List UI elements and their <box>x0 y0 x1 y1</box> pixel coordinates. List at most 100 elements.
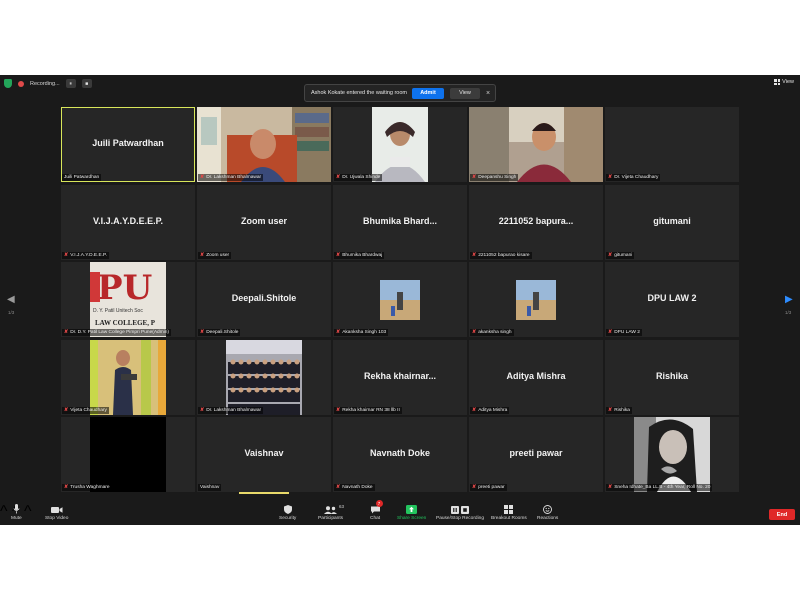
share-screen-icon <box>406 503 418 514</box>
participant-tile[interactable]: DPU LAW 2 ✘ DPU LAW 2 <box>605 262 739 337</box>
microphone-icon <box>13 503 20 514</box>
chat-button[interactable]: 7 Chat <box>370 500 383 521</box>
recording-indicator: Recording... ⏸ ■ <box>4 78 92 89</box>
participant-label-text: Deepali.Shitole <box>206 330 239 335</box>
recording-label: Recording... <box>30 80 60 87</box>
participant-tile[interactable]: ✘ Trusha Waghmare <box>61 417 195 492</box>
muted-microphone-icon: ✘ <box>608 252 613 258</box>
audio-options-chevron-icon[interactable]: ^ <box>0 503 8 520</box>
participant-name-label: ✘ preeti pawar <box>470 484 507 491</box>
participant-name-label: ✘ Dr. D.Y. Patil Law College Pimpri Pune(… <box>62 329 172 336</box>
participant-tile[interactable]: V.I.J.A.Y.D.E.E.P. ✘ V.I.J.A.Y.D.E.E.P. <box>61 185 195 260</box>
view-waiting-room-button[interactable]: View <box>450 87 480 99</box>
participant-tile[interactable]: ✘ Akanksha Singh 103 <box>333 262 467 337</box>
recording-dot-icon <box>18 80 24 87</box>
close-icon[interactable]: × <box>486 90 490 97</box>
shield-icon[interactable] <box>4 79 12 88</box>
participant-tile[interactable]: Rishika ✘ Rishika <box>605 340 739 415</box>
participant-tile[interactable]: PU D. Y. Patil Unitech Soc LAW COLLEGE, P ✘… <box>61 262 195 337</box>
pause-stop-icon <box>451 503 469 514</box>
participant-name-label: ✘ Zoom user <box>198 252 232 259</box>
participant-name-label: ✘ gitumani <box>606 252 635 259</box>
participant-tile[interactable]: Bhumika Bhard... ✘ Bhumika Bhardwaj <box>333 185 467 260</box>
participant-tile[interactable]: ✘ akanksha singh <box>469 262 603 337</box>
participant-name-label: ✘ Rishika <box>606 407 632 414</box>
zoom-meeting-window: Recording... ⏸ ■ View Ashok Kokate enter… <box>0 75 800 525</box>
participant-video: PU D. Y. Patil Unitech Soc LAW COLLEGE, P <box>61 262 195 337</box>
svg-text:PU: PU <box>97 268 152 308</box>
participant-name-label: ✘ Aditya Mishra <box>470 407 510 414</box>
end-meeting-button[interactable]: End <box>769 509 795 520</box>
muted-microphone-icon: ✘ <box>336 252 341 258</box>
participant-tile[interactable]: ✘ Deepanshu Singh <box>469 107 603 182</box>
participant-name-label: ✘ Vijeta Chaudhary <box>62 407 109 414</box>
muted-microphone-icon: ✘ <box>64 329 69 335</box>
previous-page-arrow-icon[interactable]: ◀ <box>7 294 15 305</box>
participant-name-label: ✘ Dr. Lakshman Bhalmawar <box>198 174 264 181</box>
view-menu-button[interactable]: View <box>774 79 794 85</box>
participant-name-label: ✘ Dr. Lakshman Bhalmawar <box>198 407 264 414</box>
share-screen-label: Share Screen <box>397 516 427 521</box>
svg-text:LAW COLLEGE, P: LAW COLLEGE, P <box>95 319 156 327</box>
participant-label-text: Rishika <box>614 408 630 413</box>
participant-label-text: gitumani <box>614 253 633 258</box>
stop-video-button[interactable]: Stop Video <box>45 503 68 521</box>
participant-tile[interactable]: Zoom user ✘ Zoom user <box>197 185 331 260</box>
participant-tile[interactable]: Navnath Doke ✘ Navnath Doke <box>333 417 467 492</box>
participant-tile[interactable]: Juili Patwardhan Juili Patwardhan <box>61 107 195 182</box>
participant-tile[interactable]: Rekha khairnar... ✘ Rekha khairnar RN 38 l… <box>333 340 467 415</box>
participant-tile[interactable]: ✘ Dr. Vijeta Chaudhary <box>605 107 739 182</box>
participant-name-label: ✘ Navnath Doke <box>334 484 375 491</box>
participant-tile[interactable]: Vaishnav Vaishnav <box>197 417 331 492</box>
participant-tile[interactable]: ✘ Dr. Ujwala Shinde <box>333 107 467 182</box>
pause-recording-button[interactable]: ⏸ <box>65 79 76 88</box>
participant-tile[interactable]: ✘ Sneha Idhate_Ba LL.B - 4th Year, Roll N… <box>605 417 739 492</box>
meeting-toolbar: Mute ^ Stop Video ^ Security Participant… <box>0 500 800 525</box>
participant-tile[interactable]: ✘ Dr. Lakshman Bhalmawar <box>197 107 331 182</box>
participant-video <box>197 340 331 415</box>
breakout-rooms-button[interactable]: Breakout Rooms <box>491 503 527 521</box>
participant-video <box>469 107 603 182</box>
page-indicator-right: 1/3 <box>785 310 792 315</box>
participant-tile[interactable]: gitumani ✘ gitumani <box>605 185 739 260</box>
next-page-arrow-icon[interactable]: ▶ <box>785 294 793 305</box>
muted-microphone-icon: ✘ <box>472 407 477 413</box>
muted-microphone-icon: ✘ <box>64 407 69 413</box>
participants-icon <box>324 503 338 514</box>
participant-display-name: DPU LAW 2 <box>647 293 697 303</box>
pause-stop-recording-button[interactable]: Pause/Stop Recording <box>436 503 484 521</box>
participant-name-label: ✘ Rekha khairnar RN 38 llb II <box>334 407 402 414</box>
participant-label-text: Juili Patwardhan <box>64 175 100 180</box>
muted-microphone-icon: ✘ <box>608 329 613 335</box>
participant-tile[interactable]: 2211052 bapura... ✘ 2211052 bapurao kisare <box>469 185 603 260</box>
participant-display-name: 2211052 bapura... <box>498 216 574 226</box>
chat-label: Chat <box>370 516 381 521</box>
participant-tile[interactable]: preeti pawar ✘ preeti pawar <box>469 417 603 492</box>
security-button[interactable]: Security <box>279 503 296 521</box>
participant-video <box>605 417 739 492</box>
participant-tile[interactable]: ✘ Vijeta Chaudhary <box>61 340 195 415</box>
participants-chevron-icon[interactable]: ^ <box>24 503 32 520</box>
participant-name-label: Juili Patwardhan <box>62 174 102 181</box>
participant-display-name: Vaishnav <box>244 448 284 458</box>
participant-tile[interactable]: ✘ Dr. Lakshman Bhalmawar <box>197 340 331 415</box>
reactions-button[interactable]: Reactions <box>537 503 558 521</box>
participant-name-label: ✘ 2211052 bapurao kisare <box>470 252 532 259</box>
waiting-room-notification: Ashok Kokate entered the waiting room Ad… <box>304 84 496 102</box>
share-screen-button[interactable]: Share Screen <box>397 503 426 521</box>
grid-view-icon <box>774 79 781 85</box>
participant-tile[interactable]: Aditya Mishra ✘ Aditya Mishra <box>469 340 603 415</box>
mute-button[interactable]: Mute <box>11 503 22 521</box>
muted-microphone-icon: ✘ <box>200 329 205 335</box>
mute-label: Mute <box>11 516 22 521</box>
muted-microphone-icon: ✘ <box>336 174 341 180</box>
stop-video-label: Stop Video <box>45 516 69 521</box>
participant-tile[interactable]: Deepali.Shitole ✘ Deepali.Shitole <box>197 262 331 337</box>
participant-video <box>469 262 603 337</box>
admit-button[interactable]: Admit <box>412 87 444 99</box>
participant-label-text: Trusha Waghmare <box>70 485 110 490</box>
stop-recording-button[interactable]: ■ <box>81 79 92 88</box>
svg-text:D. Y. Patil Unitech Soc: D. Y. Patil Unitech Soc <box>93 308 143 314</box>
participant-name-label: ✘ Akanksha Singh 103 <box>334 329 389 336</box>
participant-name-label: Vaishnav <box>198 484 222 491</box>
